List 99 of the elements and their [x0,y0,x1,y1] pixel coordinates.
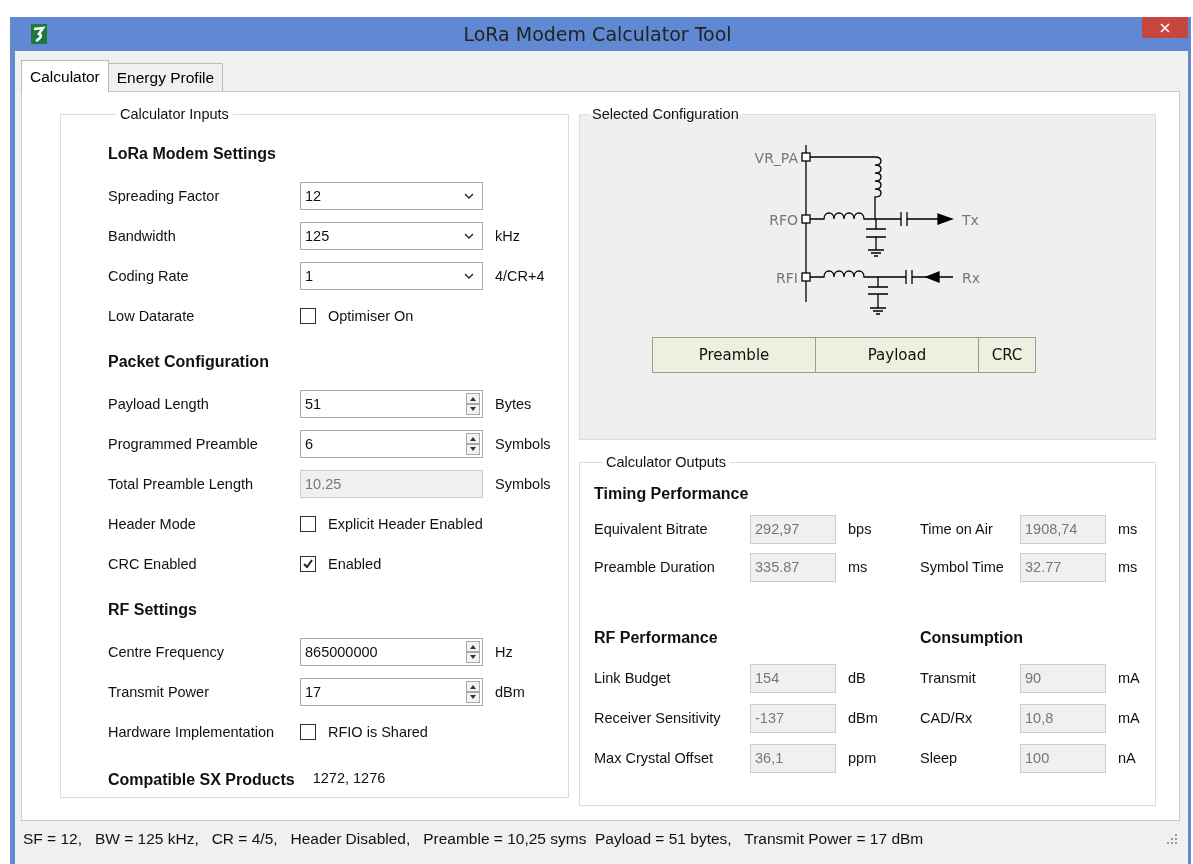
tab[interactable]: Energy Profile [107,63,224,91]
unit-label: Symbols [495,476,551,492]
output-label: Sleep [920,750,959,766]
checkbox[interactable] [300,516,316,532]
field-label: Spreading Factor [108,188,221,204]
readonly-field: 292,97 [750,514,836,544]
spin-arrows-icon [466,433,480,455]
checkbox-label: Enabled [328,556,382,572]
unit-label: Hz [495,644,513,660]
field-label: Header Mode [108,516,197,532]
spin-field[interactable]: 17 [300,678,483,706]
checkbox-label: Optimiser On [328,308,414,324]
unit-label: dBm [848,710,878,726]
packet-segment: Payload [815,337,979,373]
section-heading: Compatible SX Products [108,770,295,790]
readonly-field: 100 [1020,743,1106,773]
checkbox[interactable] [300,556,316,572]
field-label: Programmed Preamble [108,436,259,452]
group-title: Selected Configuration [591,106,740,122]
spin-arrows-icon [466,393,480,415]
readonly-field: 10.25 [300,470,483,498]
spin-field[interactable]: 865000000 [300,638,483,666]
output-label: Receiver Sensitivity [594,710,722,726]
output-label: Equivalent Bitrate [594,521,709,537]
compatible-products: 1272, 1276 [312,770,386,786]
field-label: Centre Frequency [108,644,226,660]
field-label: Transmit Power [108,684,210,700]
section-heading: LoRa Modem Settings [108,144,277,164]
tab[interactable]: Calculator [21,60,109,92]
group-title: Calculator Outputs [605,454,728,470]
field-label: Low Datarate [108,308,196,324]
output-label: CAD/Rx [920,710,974,726]
unit-label: Bytes [495,396,532,412]
field-label: Bandwidth [108,228,177,244]
close-button[interactable] [1142,17,1188,38]
checkbox[interactable] [300,724,316,740]
output-label: Symbol Time [920,559,1005,575]
readonly-field: 1908,74 [1020,514,1106,544]
chevron-down-icon [464,233,474,239]
chevron-down-icon [464,193,474,199]
section-heading: Timing Performance [594,484,750,504]
window-title: LoRa Modem Calculator Tool [462,23,733,45]
spin-arrows-icon [466,681,480,703]
field-label: CRC Enabled [108,556,198,572]
field-label: Coding Rate [108,268,190,284]
pin-label: RFI [775,270,798,286]
output-label: Time on Air [920,521,994,537]
close-icon [1160,22,1170,33]
port-label: Tx [961,212,979,228]
readonly-field: 10,8 [1020,703,1106,733]
unit-label: nA [1118,750,1136,766]
app-logo-icon [31,24,47,44]
output-label: Transmit [920,670,977,686]
output-label: Max Crystal Offset [594,750,714,766]
output-label: Preamble Duration [594,559,716,575]
readonly-field: 335.87 [750,552,836,582]
unit-label: Symbols [495,436,551,452]
readonly-field: 154 [750,663,836,693]
section-heading: RF Performance [594,628,719,648]
status-text: SF = 12, BW = 125 kHz, CR = 4/5, Header Disabled, Preamble = 10,25 syms Payload = 51 bytes, Transmit Power = 17 dBm [23,830,924,848]
packet-segment: CRC [978,337,1036,373]
checkbox-label: RFIO is Shared [328,724,428,740]
unit-label: mA [1118,710,1140,726]
dropdown[interactable]: 1 [300,262,483,290]
unit-label: 4/CR+4 [495,268,545,284]
unit-label: dBm [495,684,525,700]
section-heading: RF Settings [108,600,198,620]
port-label: Rx [961,270,980,286]
unit-label: ms [1118,521,1138,537]
field-label: Payload Length [108,396,210,412]
unit-label: ms [848,559,868,575]
pin-label: RFO [768,212,798,228]
unit-label: mA [1118,670,1140,686]
spin-field[interactable]: 6 [300,430,483,458]
unit-label: ppm [848,750,877,766]
spin-field[interactable]: 51 [300,390,483,418]
readonly-field: 36,1 [750,743,836,773]
field-label: Hardware Implementation [108,724,276,740]
chevron-down-icon [464,273,474,279]
packet-segment: Preamble [652,337,816,373]
unit-label: kHz [495,228,520,244]
checkbox-label: Explicit Header Enabled [328,516,483,532]
dropdown[interactable]: 125 [300,222,483,250]
checkbox[interactable] [300,308,316,324]
output-label: Link Budget [594,670,672,686]
unit-label: bps [848,521,872,537]
spin-arrows-icon [466,641,480,663]
group-title: Calculator Inputs [119,106,230,122]
unit-label: dB [848,670,866,686]
section-heading: Consumption [920,628,1025,648]
readonly-field: 90 [1020,663,1106,693]
dropdown[interactable]: 12 [300,182,483,210]
readonly-field: -137 [750,703,836,733]
resize-grip-icon [1166,833,1178,845]
section-heading: Packet Configuration [108,352,270,372]
readonly-field: 32.77 [1020,552,1106,582]
field-label: Total Preamble Length [108,476,255,492]
pin-label: VR_PA [754,150,798,166]
unit-label: ms [1118,559,1138,575]
